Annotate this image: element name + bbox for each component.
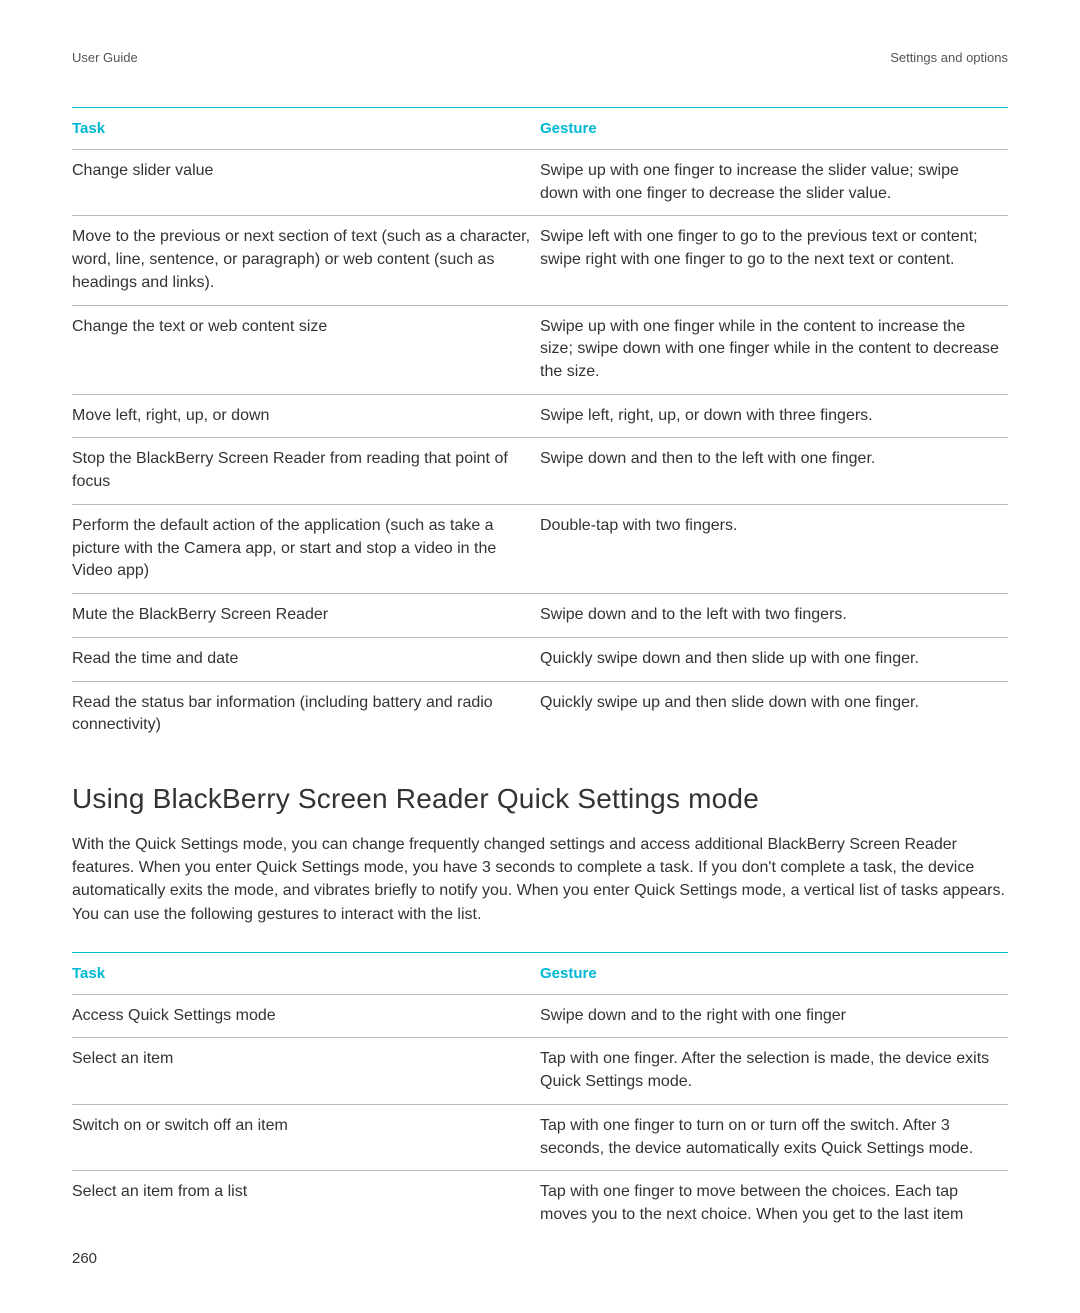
task-cell: Move left, right, up, or down [72, 394, 540, 438]
task-cell: Change the text or web content size [72, 305, 540, 394]
task-cell: Read the status bar information (includi… [72, 681, 540, 747]
section-paragraph: With the Quick Settings mode, you can ch… [72, 833, 1008, 926]
table-row: Read the status bar information (includi… [72, 681, 1008, 747]
table-row: Move left, right, up, or down Swipe left… [72, 394, 1008, 438]
gesture-cell: Tap with one finger to turn on or turn o… [540, 1104, 1008, 1170]
gesture-cell: Swipe up with one finger to increase the… [540, 150, 1008, 216]
gesture-cell: Swipe left with one finger to go to the … [540, 216, 1008, 305]
task-cell: Move to the previous or next section of … [72, 216, 540, 305]
task-cell: Perform the default action of the applic… [72, 504, 540, 593]
table-row: Change slider value Swipe up with one fi… [72, 150, 1008, 216]
task-cell: Change slider value [72, 150, 540, 216]
header-right: Settings and options [890, 50, 1008, 65]
task-cell: Access Quick Settings mode [72, 994, 540, 1038]
gesture-cell: Swipe left, right, up, or down with thre… [540, 394, 1008, 438]
gesture-cell: Swipe up with one finger while in the co… [540, 305, 1008, 394]
gesture-cell: Quickly swipe down and then slide up wit… [540, 637, 1008, 681]
task-cell: Read the time and date [72, 637, 540, 681]
task-cell: Stop the BlackBerry Screen Reader from r… [72, 438, 540, 504]
page-header: User Guide Settings and options [72, 50, 1008, 65]
section-heading: Using BlackBerry Screen Reader Quick Set… [72, 783, 1008, 815]
gesture-table-1: Task Gesture Change slider value Swipe u… [72, 107, 1008, 747]
table1-header-task: Task [72, 108, 540, 150]
page-number: 260 [72, 1250, 97, 1267]
table-row: Mute the BlackBerry Screen Reader Swipe … [72, 594, 1008, 638]
table-row: Perform the default action of the applic… [72, 504, 1008, 593]
task-cell: Mute the BlackBerry Screen Reader [72, 594, 540, 638]
table-row: Select an item Tap with one finger. Afte… [72, 1038, 1008, 1104]
header-left: User Guide [72, 50, 138, 65]
table-row: Select an item from a list Tap with one … [72, 1171, 1008, 1237]
gesture-cell: Double-tap with two fingers. [540, 504, 1008, 593]
gesture-table-2: Task Gesture Access Quick Settings mode … [72, 952, 1008, 1237]
table-row: Access Quick Settings mode Swipe down an… [72, 994, 1008, 1038]
table-row: Switch on or switch off an item Tap with… [72, 1104, 1008, 1170]
task-cell: Switch on or switch off an item [72, 1104, 540, 1170]
gesture-cell: Swipe down and then to the left with one… [540, 438, 1008, 504]
table2-header-gesture: Gesture [540, 952, 1008, 994]
table-row: Stop the BlackBerry Screen Reader from r… [72, 438, 1008, 504]
table-row: Change the text or web content size Swip… [72, 305, 1008, 394]
task-cell: Select an item [72, 1038, 540, 1104]
gesture-cell: Swipe down and to the right with one fin… [540, 994, 1008, 1038]
table-row: Move to the previous or next section of … [72, 216, 1008, 305]
gesture-cell: Tap with one finger. After the selection… [540, 1038, 1008, 1104]
gesture-cell: Swipe down and to the left with two fing… [540, 594, 1008, 638]
gesture-cell: Quickly swipe up and then slide down wit… [540, 681, 1008, 747]
task-cell: Select an item from a list [72, 1171, 540, 1237]
table2-header-task: Task [72, 952, 540, 994]
table1-header-gesture: Gesture [540, 108, 1008, 150]
table-row: Read the time and date Quickly swipe dow… [72, 637, 1008, 681]
gesture-cell: Tap with one finger to move between the … [540, 1171, 1008, 1237]
